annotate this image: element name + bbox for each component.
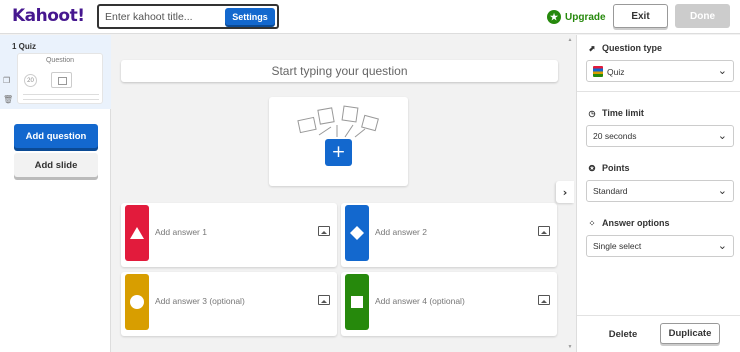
answer-options-select[interactable]: Single select ⌄ [586, 235, 734, 257]
image-icon[interactable] [538, 226, 550, 236]
chevron-down-icon: ⌄ [717, 184, 727, 197]
kahoot-logo[interactable]: Kahoot! [12, 6, 85, 26]
question-type-label: Question type [602, 43, 663, 53]
quiz-type-icon [593, 66, 603, 77]
square-shape-icon [345, 274, 369, 330]
slide-thumbnail[interactable]: Question 20 [17, 53, 103, 104]
settings-panel: ⬈ Question type Quiz ⌄ ◷ Time limit 20 s… [576, 35, 740, 352]
answer-options-heading: ⁘ Answer options [587, 218, 670, 228]
scroll-up-arrow-icon[interactable]: ▲ [567, 37, 573, 43]
scroll-down-arrow-icon[interactable]: ▼ [567, 344, 573, 350]
duplicate-button[interactable]: Duplicate [660, 323, 720, 344]
triangle-shape-icon [125, 205, 149, 261]
duplicate-slide-icon[interactable]: ❐ [3, 76, 10, 85]
medal-icon: ✪ [588, 163, 596, 173]
answer-card-3[interactable]: Add answer 3 (optional) [121, 272, 337, 336]
slide-label: 1 Quiz [12, 42, 37, 51]
question-editor: + Add answer 1 Add answer 2 Add answer 3… [112, 35, 575, 352]
time-limit-label: Time limit [602, 108, 644, 118]
question-input[interactable] [121, 60, 558, 82]
question-type-value: Quiz [607, 67, 625, 77]
collapse-panel-button[interactable]: › [556, 181, 574, 203]
chevron-down-icon: ⌄ [717, 239, 727, 252]
thumbnail-timer: 20 [24, 74, 37, 87]
answer-3-placeholder[interactable]: Add answer 3 (optional) [155, 296, 245, 306]
slide-sidebar: 1 Quiz ❐ 🗑 Question 20 Add question Add … [0, 35, 111, 352]
image-icon[interactable] [318, 295, 330, 305]
settings-button[interactable]: Settings [225, 8, 275, 25]
media-upload-area[interactable]: + [269, 97, 408, 186]
question-type-icon: ⬈ [588, 43, 596, 53]
answer-card-2[interactable]: Add answer 2 [341, 203, 557, 267]
points-heading: ✪ Points [587, 163, 630, 173]
star-icon: ★ [547, 10, 561, 24]
kahoot-title-field[interactable]: Settings [97, 4, 279, 29]
delete-slide-icon[interactable]: 🗑 [3, 95, 13, 104]
kahoot-title-input[interactable] [105, 9, 223, 24]
divider [577, 91, 740, 92]
question-type-select[interactable]: Quiz ⌄ [586, 60, 734, 82]
chevron-down-icon: ⌄ [717, 129, 727, 142]
media-illustration-icon [297, 105, 379, 138]
time-limit-select[interactable]: 20 seconds ⌄ [586, 125, 734, 147]
done-button[interactable]: Done [675, 4, 730, 28]
time-limit-value: 20 seconds [593, 131, 637, 141]
top-bar: Kahoot! Settings ★ Upgrade Exit Done [0, 0, 740, 34]
image-icon[interactable] [538, 295, 550, 305]
add-question-button[interactable]: Add question [14, 124, 98, 148]
delete-button[interactable]: Delete [601, 324, 645, 344]
clock-icon: ◷ [588, 108, 596, 118]
upgrade-label: Upgrade [565, 11, 606, 23]
points-label: Points [602, 163, 630, 173]
image-icon[interactable] [318, 226, 330, 236]
answer-2-placeholder[interactable]: Add answer 2 [375, 227, 427, 237]
answer-card-1[interactable]: Add answer 1 [121, 203, 337, 267]
circle-shape-icon [125, 274, 149, 330]
thumbnail-question: Question [45, 57, 75, 64]
chevron-down-icon: ⌄ [717, 64, 727, 77]
add-slide-button[interactable]: Add slide [14, 153, 98, 177]
answer-options-icon: ⁘ [588, 218, 596, 228]
add-media-button[interactable]: + [325, 139, 352, 166]
thumbnail-answer-line [23, 94, 99, 95]
exit-button[interactable]: Exit [613, 4, 668, 28]
diamond-shape-icon [345, 205, 369, 261]
time-limit-heading: ◷ Time limit [587, 108, 644, 118]
upgrade-link[interactable]: ★ Upgrade [547, 9, 606, 25]
thumbnail-answer-line [23, 99, 99, 100]
question-type-heading: ⬈ Question type [587, 43, 662, 53]
thumbnail-image-icon [51, 72, 72, 88]
points-select[interactable]: Standard ⌄ [586, 180, 734, 202]
slide-list-item[interactable]: 1 Quiz ❐ 🗑 Question 20 [0, 35, 111, 109]
answer-4-placeholder[interactable]: Add answer 4 (optional) [375, 296, 465, 306]
divider [577, 315, 740, 316]
points-value: Standard [593, 186, 628, 196]
answer-options-label: Answer options [602, 218, 670, 228]
answer-card-4[interactable]: Add answer 4 (optional) [341, 272, 557, 336]
answer-options-value: Single select [593, 241, 642, 251]
answer-1-placeholder[interactable]: Add answer 1 [155, 227, 207, 237]
